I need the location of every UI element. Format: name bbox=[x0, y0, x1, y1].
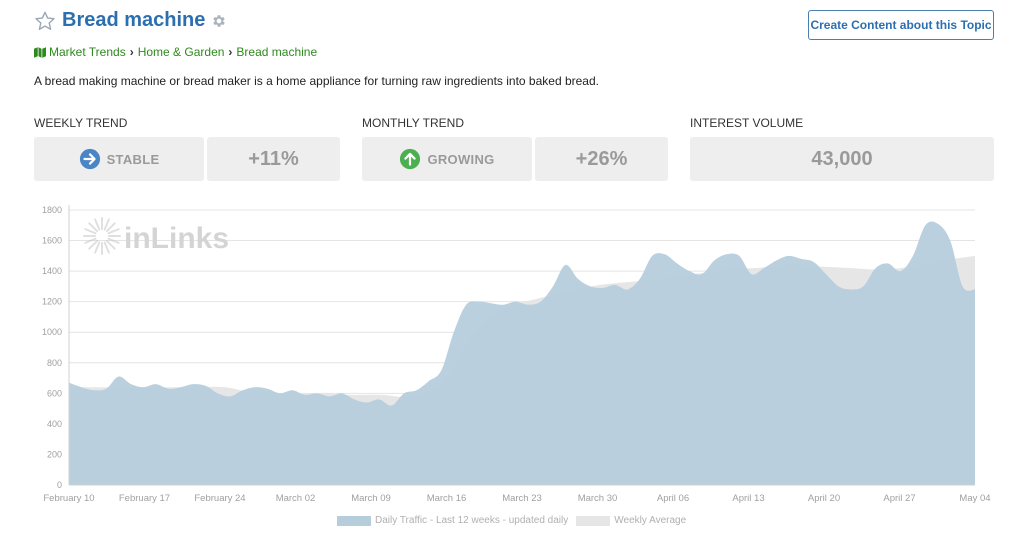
legend-swatch-weekly bbox=[576, 515, 611, 526]
x-tick-label: April 20 bbox=[808, 493, 840, 504]
weekly-trend-label: WEEKLY TREND bbox=[34, 116, 128, 130]
x-tick-label: April 27 bbox=[883, 493, 915, 504]
interest-volume-box: 43,000 bbox=[690, 137, 994, 181]
arrow-up-circle-icon bbox=[400, 148, 421, 170]
interest-volume-value: 43,000 bbox=[811, 147, 873, 170]
chart-legend: Daily Traffic - Last 12 weeks - updated … bbox=[337, 515, 686, 526]
breadcrumb-item-home-garden[interactable]: Home & Garden bbox=[138, 45, 225, 59]
y-tick-label: 800 bbox=[47, 358, 62, 368]
map-icon bbox=[34, 46, 46, 58]
monthly-trend-label: MONTHLY TREND bbox=[362, 116, 465, 130]
x-tick-label: April 06 bbox=[657, 493, 689, 504]
legend-label-weekly[interactable]: Weekly Average bbox=[614, 515, 686, 526]
interest-volume-label: INTEREST VOLUME bbox=[690, 116, 804, 130]
legend-label-daily[interactable]: Daily Traffic - Last 12 weeks - updated … bbox=[375, 515, 568, 526]
page-header: Bread machine bbox=[34, 9, 227, 32]
weekly-trend-status: STABLE bbox=[34, 137, 204, 181]
y-tick-label: 1400 bbox=[42, 266, 62, 276]
x-tick-label: March 30 bbox=[578, 493, 618, 504]
x-tick-label: March 23 bbox=[502, 493, 542, 504]
y-tick-label: 1800 bbox=[42, 205, 62, 215]
series-daily-traffic-area bbox=[69, 221, 975, 485]
chevron-right-icon: › bbox=[129, 45, 134, 59]
monthly-trend-change: +26% bbox=[535, 137, 668, 181]
x-tick-label: March 16 bbox=[427, 493, 467, 504]
x-tick-label: April 13 bbox=[732, 493, 764, 504]
breadcrumb-item-bread-machine[interactable]: Bread machine bbox=[236, 45, 317, 59]
legend-swatch-daily bbox=[337, 515, 371, 526]
breadcrumb-item-market-trends[interactable]: Market Trends bbox=[49, 45, 126, 59]
page-title: Bread machine bbox=[62, 9, 206, 31]
traffic-chart: 0 200 400 600 800 1000 1200 1400 1600 1800 inLinks… bbox=[42, 205, 991, 504]
y-tick-label: 0 bbox=[57, 480, 62, 490]
breadcrumb: Market Trends › Home & Garden › Bread ma… bbox=[34, 45, 317, 59]
monthly-trend-status: GROWING bbox=[362, 137, 532, 181]
x-tick-label: May 04 bbox=[959, 493, 990, 504]
weekly-trend-change: +11% bbox=[207, 137, 340, 181]
gear-icon[interactable] bbox=[211, 13, 227, 29]
monthly-trend-status-text: GROWING bbox=[427, 151, 495, 167]
y-tick-label: 200 bbox=[47, 449, 62, 459]
x-tick-label: February 17 bbox=[119, 493, 170, 504]
chevron-right-icon: › bbox=[228, 45, 233, 59]
star-icon[interactable] bbox=[34, 10, 56, 32]
y-tick-label: 400 bbox=[47, 419, 62, 429]
topic-description: A bread making machine or bread maker is… bbox=[34, 74, 599, 88]
y-tick-label: 1200 bbox=[42, 297, 62, 307]
create-content-button[interactable]: Create Content about this Topic bbox=[808, 10, 994, 40]
watermark-text: inLinks bbox=[124, 222, 229, 255]
x-tick-label: March 09 bbox=[351, 493, 391, 504]
y-tick-label: 600 bbox=[47, 388, 62, 398]
monthly-trend-change-value: +26% bbox=[575, 147, 628, 170]
weekly-trend-status-text: STABLE bbox=[106, 151, 160, 167]
x-tick-label: March 02 bbox=[276, 493, 316, 504]
y-tick-label: 1000 bbox=[42, 327, 62, 337]
x-tick-label: February 10 bbox=[43, 493, 94, 504]
arrow-right-circle-icon bbox=[79, 148, 100, 170]
weekly-trend-change-value: +11% bbox=[248, 147, 299, 170]
y-tick-label: 1600 bbox=[42, 236, 62, 246]
x-tick-label: February 24 bbox=[194, 493, 245, 504]
inlinks-watermark-icon bbox=[83, 217, 121, 255]
